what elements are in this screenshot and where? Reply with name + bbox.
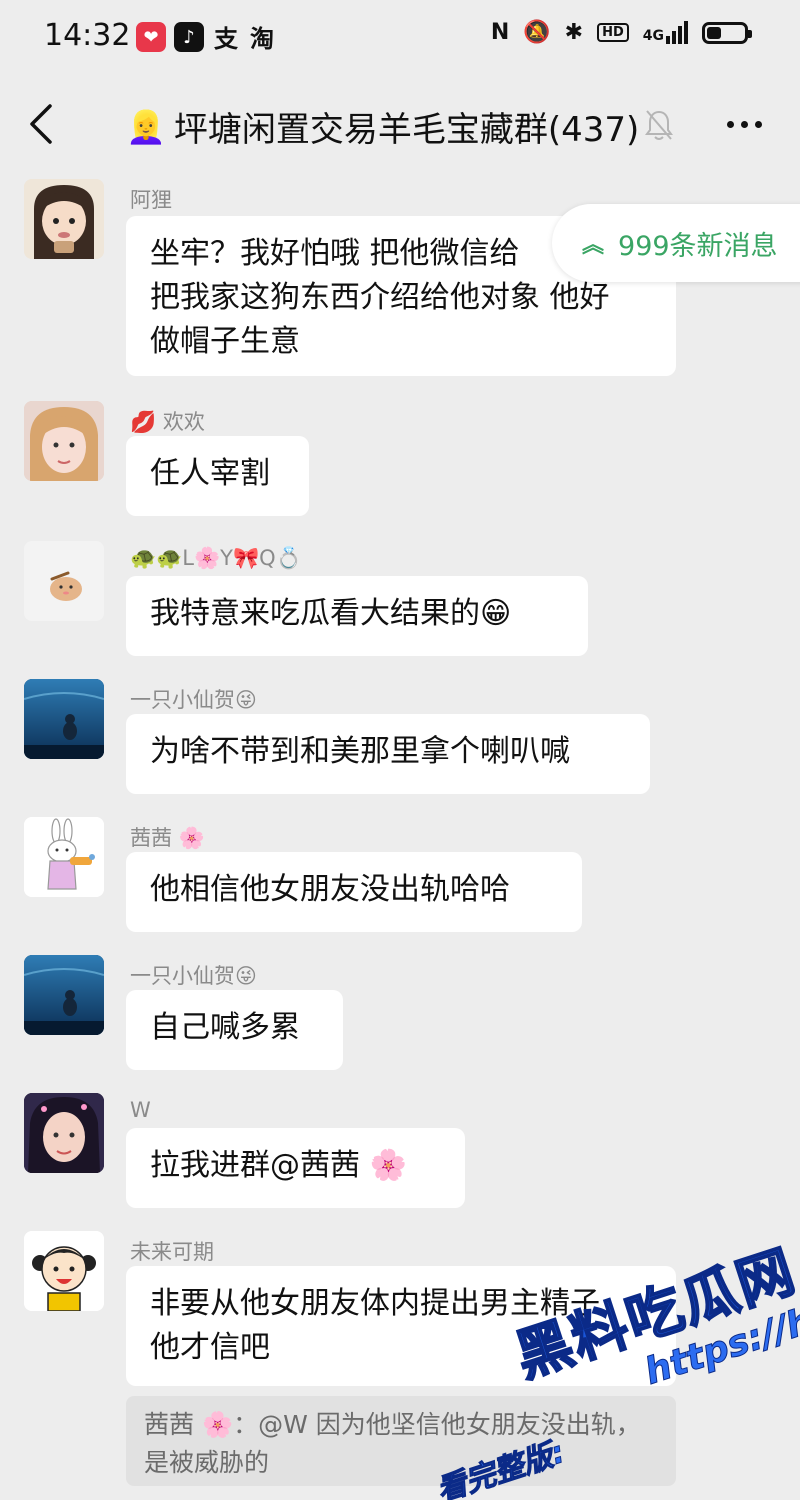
status-time: 14:32 [44,18,131,53]
alipay-icon: 支 [214,25,238,53]
message-bubble[interactable]: 拉我进群@茜茜 🌸 [126,1128,465,1208]
status-bar: 14:32 ❤ ♪ 支 淘 N 🔕 ✱ HD 4G [0,0,800,74]
sender-name: 茜茜 🌸 [130,826,205,850]
title-emoji: 👱‍♀️ [126,107,166,146]
message-bubble[interactable]: 非要从他女朋友体内提出男主精子 他才信吧 [126,1266,676,1386]
mute-status-icon: 🔕 [523,20,551,45]
bluetooth-icon: ✱ [564,20,584,45]
heart-app-icon: ❤ [136,22,166,52]
sender-name: 一只小仙贺😜 [130,688,257,712]
avatar[interactable] [24,541,104,621]
avatar[interactable] [24,817,104,897]
new-messages-button[interactable]: ︽ 999条新消息 [552,204,800,282]
selfie-avatar-icon [24,1093,104,1173]
avatar[interactable] [24,401,104,481]
dot-icon [754,120,762,128]
network-type: 4G [642,28,664,44]
aquarium-avatar-icon [24,955,104,1035]
message-list[interactable]: 阿狸 坐牢？我好怕哦 把他微信给 把我家这狗东西介绍给他对象 他好 做帽子生意 … [0,174,800,1500]
battery-icon [702,21,752,44]
cartoon-girl-avatar-icon [24,179,104,259]
message-bubble[interactable]: 自己喊多累 [126,990,343,1070]
sender-name: 💋 欢欢 [130,410,205,434]
new-messages-label: 999条新消息 [618,230,778,262]
chat-screen: 14:32 ❤ ♪ 支 淘 N 🔕 ✱ HD 4G 👱‍♀ [0,0,800,1500]
cartoon-kid-avatar-icon [24,1231,104,1311]
bunny-avatar-icon [24,817,104,897]
tiktok-icon: ♪ [174,22,204,52]
status-icons: N 🔕 ✱ HD 4G [490,20,752,45]
message-bubble[interactable]: 为啥不带到和美那里拿个喇叭喊 [126,714,650,794]
potato-avatar-icon [24,541,104,621]
dot-icon [740,120,748,128]
sender-name: W [130,1098,151,1122]
avatar[interactable] [24,1093,104,1173]
avatar[interactable] [24,679,104,759]
back-icon[interactable] [22,100,62,148]
taobao-icon: 淘 [250,25,274,53]
sender-name: 阿狸 [130,188,172,212]
sender-name: 一只小仙贺😜 [130,964,257,988]
nfc-icon: N [490,20,510,45]
message-bubble[interactable]: 我特意来吃瓜看大结果的😁 [126,576,588,656]
message-bubble[interactable]: 任人宰割 [126,436,309,516]
sender-name: 未来可期 [130,1240,214,1264]
avatar[interactable] [24,1231,104,1311]
muted-bell-icon [645,110,673,140]
sender-name: 🐢🐢L🌸Y🎀Q💍 [130,546,302,570]
chat-header: 👱‍♀️ 坪塘闲置交易羊毛宝藏群(437) [0,74,800,174]
more-options-button[interactable] [716,100,772,148]
selfie-avatar-icon [24,401,104,481]
avatar[interactable] [24,955,104,1035]
group-title-text: 坪塘闲置交易羊毛宝藏群(437) [173,110,640,150]
battery-fill [707,26,721,39]
message-bubble[interactable]: 他相信他女朋友没出轨哈哈 [126,852,582,932]
group-title: 👱‍♀️ 坪塘闲置交易羊毛宝藏群(437) [126,102,639,151]
aquarium-avatar-icon [24,679,104,759]
signal-icon: 4G [643,21,688,44]
hd-icon: HD [597,23,629,42]
double-chevron-up-icon: ︽ [582,233,605,258]
avatar[interactable] [24,179,104,259]
dot-icon [726,120,734,128]
quoted-message[interactable]: 茜茜 🌸：@W 因为他坚信他女朋友没出轨，是被威胁的 [126,1396,676,1486]
